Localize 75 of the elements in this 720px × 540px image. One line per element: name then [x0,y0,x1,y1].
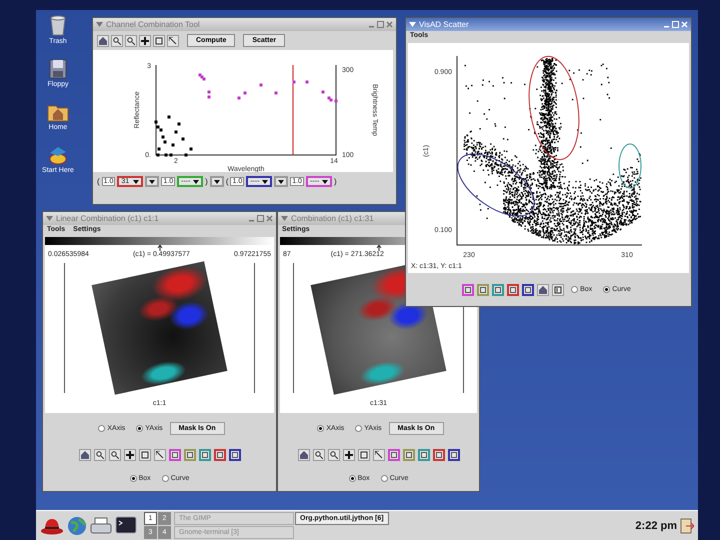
move-button[interactable] [342,449,354,461]
parenthesis: ) [334,177,337,186]
clock: 2:22 pm [635,520,677,532]
close-icon[interactable] [266,215,273,222]
zoom-out-button[interactable] [125,34,137,46]
window-title: Channel Combination Tool [106,20,200,29]
wavelength-marker-line[interactable] [292,64,294,156]
move-button[interactable] [139,34,151,46]
selection-curve[interactable] [457,154,535,216]
zoom-in-button[interactable] [94,449,106,461]
home-tool-button[interactable] [298,449,310,461]
scale-pointer-icon [376,245,382,251]
color-select-button[interactable] [448,449,460,461]
window-menu-icon[interactable] [46,216,53,221]
selection-curve[interactable] [618,144,642,188]
pin-button[interactable] [552,284,564,296]
printer-icon[interactable] [90,516,112,534]
box-tool-button[interactable] [138,449,150,461]
home-tool-button[interactable] [97,34,109,46]
box-tool-button[interactable] [358,449,370,461]
pointer-button[interactable] [372,449,384,461]
color-select-button[interactable] [214,449,226,461]
color-select-button[interactable] [168,449,180,461]
color-select-button[interactable] [388,449,400,461]
color-select-button[interactable] [492,284,504,296]
zoom-out-button[interactable] [328,449,340,461]
reflectance-points [154,116,192,156]
floppy-icon[interactable] [48,59,67,79]
window-title: Linear Combination (c1) c1:1 [56,214,159,223]
parenthesis: ( [97,177,100,186]
close-icon[interactable] [386,21,393,28]
color-select-button[interactable] [462,284,474,296]
caret-icon[interactable] [149,180,156,184]
zoom-in-button[interactable] [312,449,324,461]
move-button[interactable] [124,449,136,461]
window-menu-icon[interactable] [281,216,288,221]
color-select-button[interactable] [507,284,520,296]
globe-icon[interactable] [67,516,87,536]
maximize-icon[interactable] [377,21,384,28]
window-title: VisAD Scatter [419,20,469,29]
selection-curve[interactable] [528,56,580,160]
hat-icon[interactable] [40,516,64,534]
color-select-button[interactable] [418,449,430,461]
window-menu-icon[interactable] [409,22,416,27]
caret-icon[interactable] [133,180,140,184]
color-select-button[interactable] [228,449,240,461]
parenthesis: ( [226,177,228,186]
logout-icon[interactable] [680,518,694,534]
scale-pointer-icon [156,245,162,251]
home-tool-button[interactable] [78,449,90,461]
color-select-button[interactable] [477,284,490,296]
parenthesis: ) [205,177,208,186]
caret-icon[interactable] [322,180,328,184]
color-select-button[interactable] [522,284,534,296]
color-select-button[interactable] [402,449,414,461]
channel-dropdown[interactable] [210,176,224,187]
zoom-in-button[interactable] [111,34,123,46]
maximize-icon[interactable] [257,215,264,222]
trash-icon[interactable] [49,14,67,36]
home-tool-button[interactable] [537,284,550,296]
caret-icon[interactable] [193,180,200,184]
pointer-button[interactable] [167,34,179,46]
color-select-button[interactable] [432,449,444,461]
color-select-button[interactable] [184,449,196,461]
window-menu-icon[interactable] [96,22,103,27]
box-tool-button[interactable] [153,34,165,46]
terminal-icon[interactable] [115,516,137,536]
zoom-out-button[interactable] [108,449,120,461]
pointer-button[interactable] [154,449,166,461]
caret-icon[interactable] [278,180,284,184]
color-select-button[interactable] [198,449,210,461]
start-here-icon[interactable] [47,145,69,165]
window-title: Combination (c1) c1:31 [291,214,374,223]
caret-icon[interactable] [262,180,268,184]
caret-icon[interactable] [214,180,220,184]
